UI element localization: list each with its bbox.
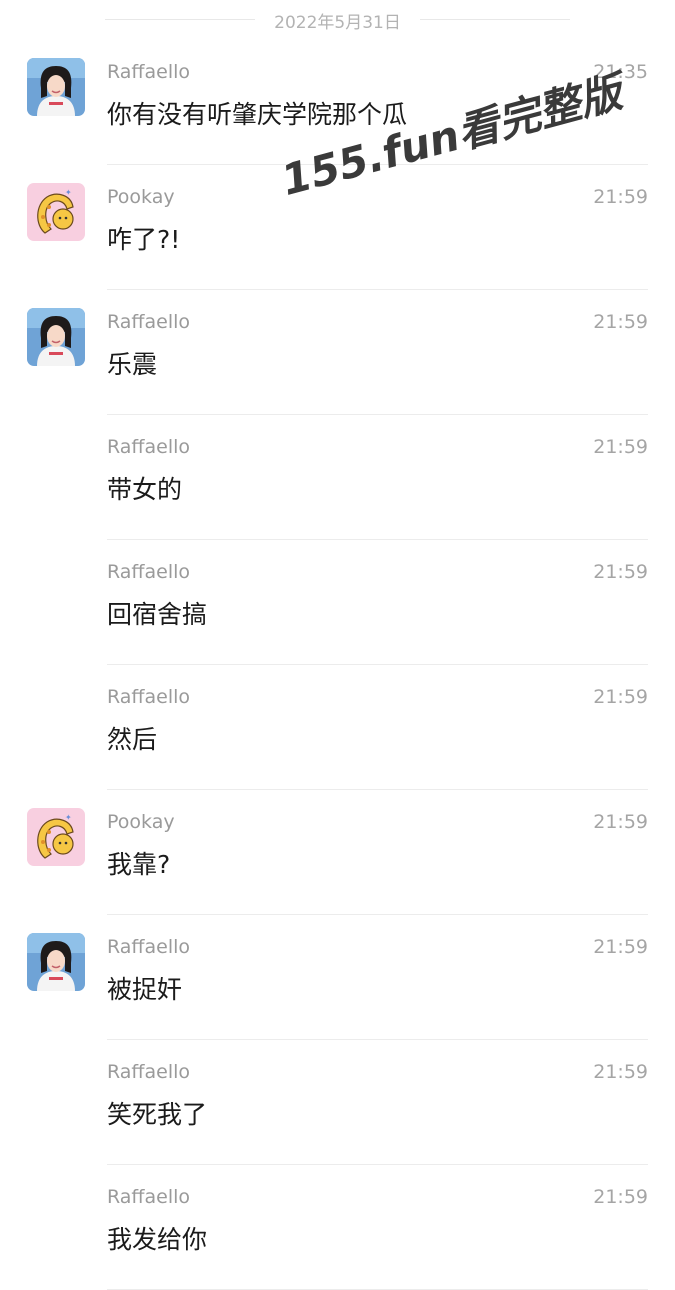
sender-name: Raffaello bbox=[107, 436, 191, 458]
message-timestamp: 21:59 bbox=[593, 1186, 648, 1208]
sender-name: Raffaello bbox=[107, 686, 191, 708]
message-timestamp: 21:59 bbox=[593, 311, 648, 333]
girl-portrait-avatar-icon[interactable] bbox=[27, 933, 85, 991]
sender-name: Raffaello bbox=[107, 1186, 191, 1208]
girl-portrait-avatar-icon[interactable] bbox=[27, 58, 85, 116]
sender-name: Raffaello bbox=[107, 936, 191, 958]
message-row[interactable]: Raffaello 21:59 回宿舍搞 bbox=[0, 540, 675, 665]
svg-text:✦: ✦ bbox=[65, 813, 72, 822]
girl-portrait-avatar-icon[interactable] bbox=[27, 308, 85, 366]
message-list: Raffaello 21:35 你有没有听肇庆学院那个瓜 ✦ Pookay 21:59… bbox=[0, 40, 675, 1290]
cartoon-cat-avatar-icon[interactable]: ✦ bbox=[27, 183, 85, 241]
message-timestamp: 21:59 bbox=[593, 936, 648, 958]
sender-name: Raffaello bbox=[107, 311, 191, 333]
date-line-right bbox=[420, 19, 570, 20]
message-row[interactable]: Raffaello 21:59 笑死我了 bbox=[0, 1040, 675, 1165]
message-text[interactable]: 乐震 bbox=[107, 345, 157, 381]
message-text[interactable]: 咋了?! bbox=[107, 220, 180, 256]
message-row[interactable]: Raffaello 21:35 你有没有听肇庆学院那个瓜 bbox=[0, 40, 675, 165]
svg-text:✦: ✦ bbox=[65, 188, 72, 197]
sender-name: Pookay bbox=[107, 186, 175, 208]
message-row[interactable]: Raffaello 21:59 我发给你 bbox=[0, 1165, 675, 1290]
message-timestamp: 21:59 bbox=[593, 561, 648, 583]
message-timestamp: 21:59 bbox=[593, 436, 648, 458]
cartoon-cat-avatar-icon[interactable]: ✦ bbox=[27, 808, 85, 866]
message-text[interactable]: 你有没有听肇庆学院那个瓜 bbox=[107, 95, 407, 131]
date-label: 2022年5月31日 bbox=[274, 13, 401, 33]
sender-name: Raffaello bbox=[107, 61, 191, 83]
message-row[interactable]: ✦ Pookay 21:59 咋了?! bbox=[0, 165, 675, 290]
message-timestamp: 21:59 bbox=[593, 686, 648, 708]
message-timestamp: 21:35 bbox=[593, 61, 648, 83]
message-timestamp: 21:59 bbox=[593, 186, 648, 208]
message-text[interactable]: 被捉奸 bbox=[107, 970, 182, 1006]
sender-name: Pookay bbox=[107, 811, 175, 833]
message-row[interactable]: Raffaello 21:59 被捉奸 bbox=[0, 915, 675, 1040]
message-text[interactable]: 回宿舍搞 bbox=[107, 595, 207, 631]
message-timestamp: 21:59 bbox=[593, 1061, 648, 1083]
message-row[interactable]: ✦ Pookay 21:59 我靠? bbox=[0, 790, 675, 915]
sender-name: Raffaello bbox=[107, 561, 191, 583]
message-row[interactable]: Raffaello 21:59 乐震 bbox=[0, 290, 675, 415]
message-text[interactable]: 然后 bbox=[107, 720, 157, 756]
sender-name: Raffaello bbox=[107, 1061, 191, 1083]
message-text[interactable]: 笑死我了 bbox=[107, 1095, 207, 1131]
message-text[interactable]: 我靠? bbox=[107, 845, 170, 881]
message-row[interactable]: Raffaello 21:59 带女的 bbox=[0, 415, 675, 540]
message-row[interactable]: Raffaello 21:59 然后 bbox=[0, 665, 675, 790]
date-separator: 2022年5月31日 bbox=[0, 0, 675, 40]
message-text[interactable]: 我发给你 bbox=[107, 1220, 207, 1256]
message-text[interactable]: 带女的 bbox=[107, 470, 182, 506]
message-timestamp: 21:59 bbox=[593, 811, 648, 833]
